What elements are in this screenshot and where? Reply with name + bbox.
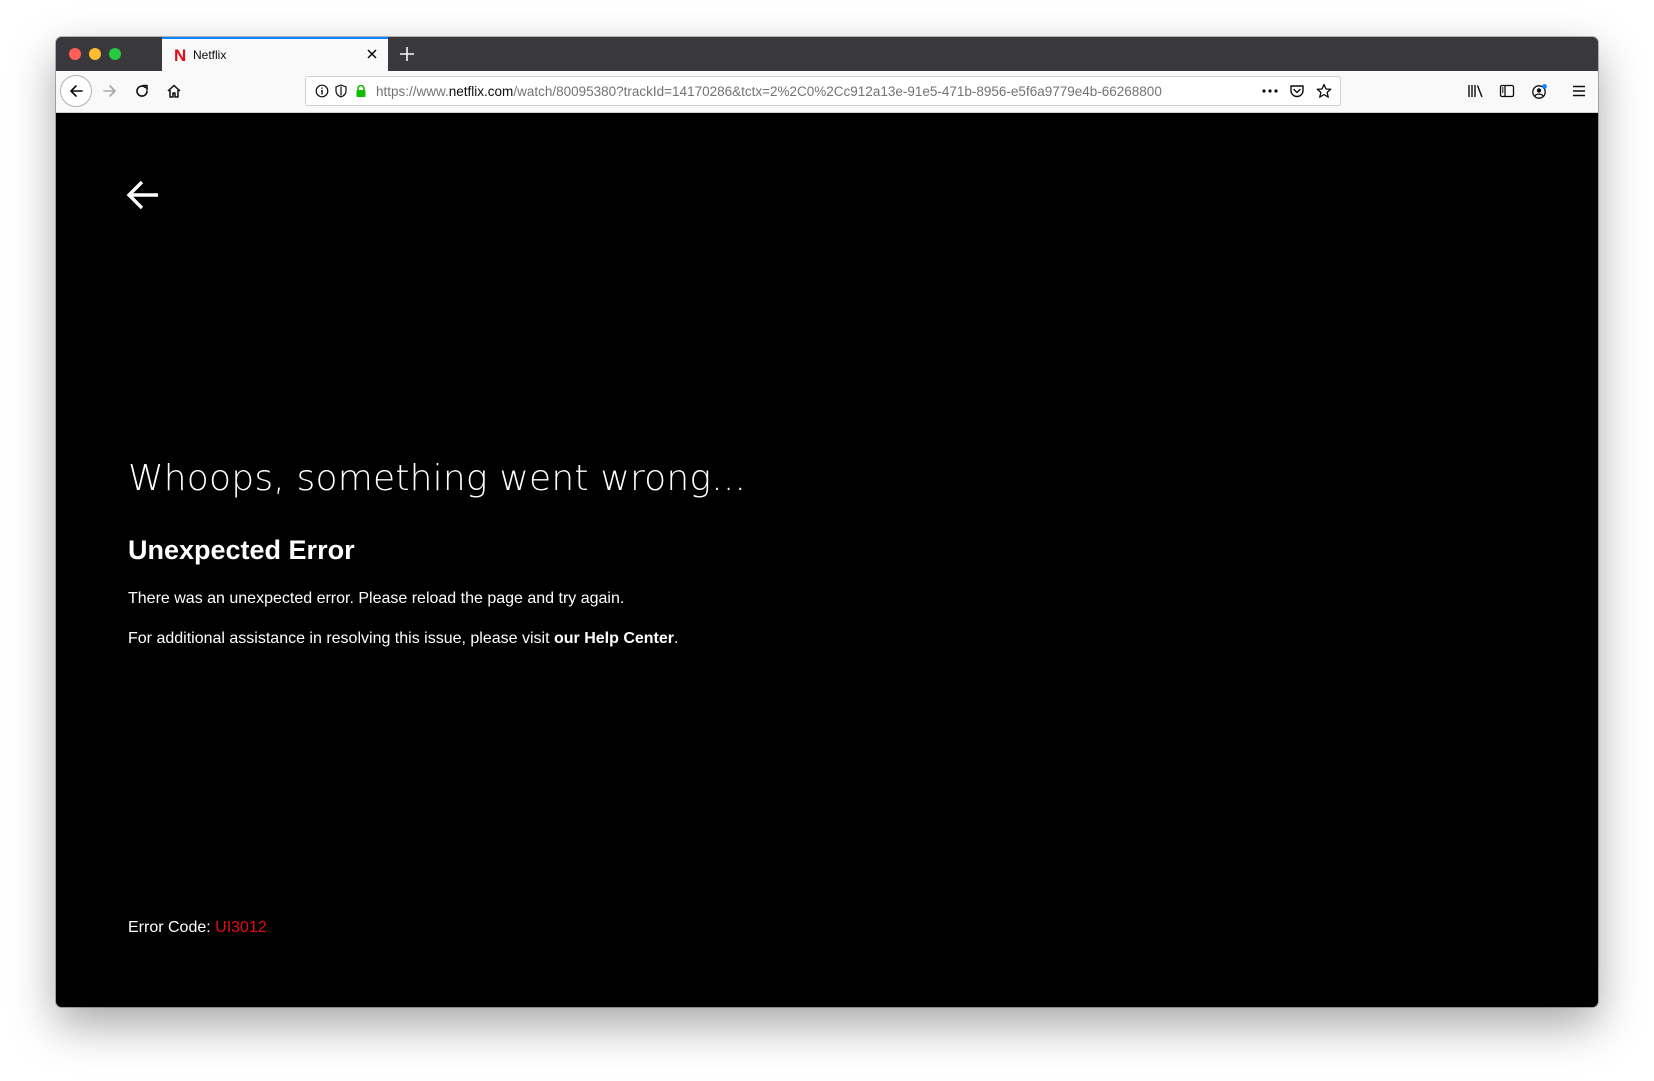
error-code-label: Error Code:: [128, 919, 216, 936]
back-icon[interactable]: [60, 75, 92, 107]
error-title: Unexpected Error: [128, 535, 355, 565]
tab-title: Netflix: [193, 48, 227, 62]
navigation-toolbar: https://www.netflix.com/watch/80095380?t…: [56, 71, 1598, 113]
pocket-icon[interactable]: [1289, 83, 1305, 104]
browser-window: N Netflix https://www.netflix.com/watch/…: [56, 37, 1598, 1007]
error-code-value: UI3012: [215, 919, 267, 936]
help-center-link[interactable]: our Help Center: [554, 630, 674, 647]
help-prefix: For additional assistance in resolving t…: [128, 630, 554, 647]
close-window-button[interactable]: [69, 48, 81, 60]
address-bar[interactable]: https://www.netflix.com/watch/80095380?t…: [305, 76, 1341, 106]
help-text: For additional assistance in resolving t…: [128, 630, 678, 648]
menu-icon[interactable]: [1564, 76, 1594, 106]
tab-netflix[interactable]: N Netflix: [162, 37, 388, 71]
minimize-window-button[interactable]: [89, 48, 101, 60]
back-arrow-icon[interactable]: [126, 178, 160, 212]
zoom-window-button[interactable]: [109, 48, 121, 60]
url-path: /watch/80095380?trackId=14170286&tctx=2%…: [513, 84, 1162, 99]
error-message: There was an unexpected error. Please re…: [128, 590, 625, 607]
page-headline: Whoops, something went wrong...: [128, 458, 747, 499]
account-icon[interactable]: [1524, 76, 1554, 106]
tracking-shield-icon[interactable]: [334, 84, 348, 103]
reload-icon[interactable]: [127, 76, 157, 106]
sidebar-icon[interactable]: [1492, 76, 1522, 106]
error-code: Error Code: UI3012: [128, 919, 267, 937]
netflix-n-icon: N: [174, 46, 187, 65]
more-actions-icon[interactable]: [1261, 83, 1279, 104]
url-scheme: https://www.: [376, 84, 449, 99]
lock-icon: [354, 84, 368, 103]
bookmark-star-icon[interactable]: [1316, 83, 1332, 104]
tab-strip: N Netflix: [56, 37, 1598, 71]
netflix-error-page: Whoops, something went wrong... Unexpect…: [56, 113, 1598, 1007]
help-suffix: .: [674, 630, 679, 647]
home-icon[interactable]: [159, 76, 189, 106]
library-icon[interactable]: [1460, 76, 1490, 106]
forward-icon[interactable]: [95, 76, 125, 106]
new-tab-icon[interactable]: [396, 43, 418, 65]
url-text[interactable]: https://www.netflix.com/watch/80095380?t…: [376, 84, 1226, 100]
info-icon[interactable]: [315, 84, 329, 103]
close-tab-icon[interactable]: [364, 46, 380, 62]
url-host: netflix.com: [448, 84, 514, 99]
